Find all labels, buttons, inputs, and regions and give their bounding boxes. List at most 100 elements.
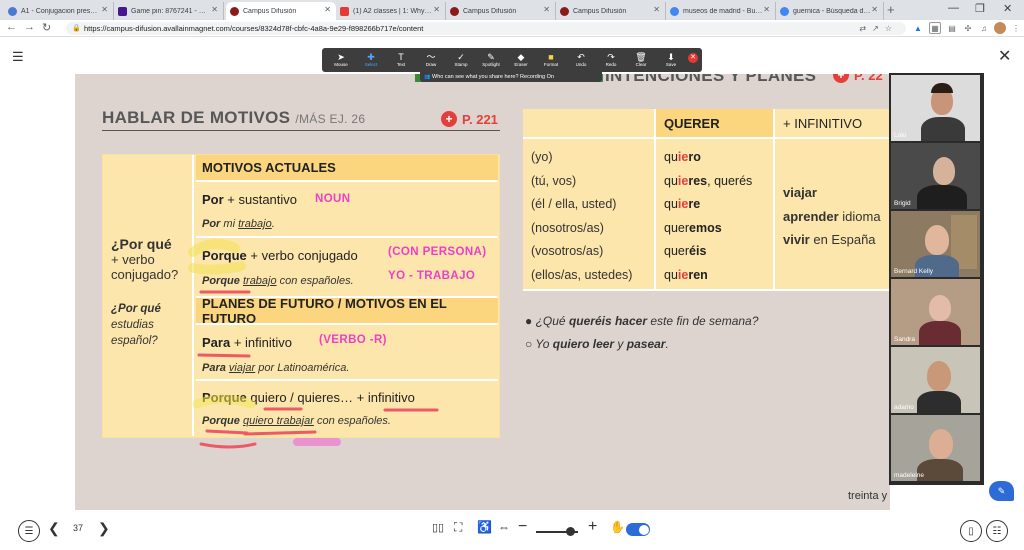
profile-avatar[interactable] <box>994 22 1006 34</box>
color-swatch-icon: ■ <box>548 52 554 62</box>
close-tab-icon[interactable]: ✕ <box>433 5 440 14</box>
close-tab-icon[interactable]: ✕ <box>871 5 878 14</box>
previous-page-icon[interactable]: ❮ <box>48 520 60 537</box>
browser-tab[interactable]: (1) A2 classes | 1: Why do ✕ <box>336 2 446 20</box>
bookmark-icon[interactable]: ▯ <box>960 520 982 542</box>
undo-icon: ↶ <box>577 52 585 62</box>
book-page: INTENCIONES Y PLANES + P. 22 HABLAR DE MO… <box>75 74 890 510</box>
browser-tab[interactable]: Campus Difusión ✕ <box>556 2 666 20</box>
table-of-contents-icon[interactable]: ☰ <box>18 520 40 542</box>
fullscreen-icon[interactable]: ⛶ <box>454 520 462 535</box>
undo-tool[interactable]: ↶ Undo <box>566 48 596 72</box>
participant-tile[interactable]: Lolo <box>891 75 980 141</box>
example-bullet: ● ¿Qué queréis hacer este fin de semana? <box>525 314 759 328</box>
double-page-icon[interactable]: ▯▯ <box>432 521 444 534</box>
format-tool[interactable]: ■ Format <box>536 48 566 72</box>
address-bar[interactable]: 🔒 https://campus-difusion.avallainmagnet… <box>66 22 906 35</box>
bookmark-star-icon[interactable]: ☆ <box>885 24 898 33</box>
select-tool[interactable]: ✚ Select <box>356 48 386 72</box>
bullet-circle-icon: ○ <box>525 337 533 351</box>
campus-favicon-icon <box>450 6 459 16</box>
browser-tab[interactable]: A1 - Conjugacion presente ✕ <box>4 2 114 20</box>
drive-extension-icon[interactable]: ▲ <box>912 22 924 34</box>
next-page-icon[interactable]: ❯ <box>98 520 110 537</box>
participant-face <box>929 429 953 459</box>
lock-icon: 🔒 <box>72 25 81 32</box>
window-close-icon[interactable]: ✕ <box>1003 2 1012 15</box>
close-tab-icon[interactable]: ✕ <box>543 5 550 14</box>
share-icon[interactable]: ↗ <box>872 24 885 33</box>
browser-tab[interactable]: guernica - Búsqueda de G ✕ <box>776 2 884 20</box>
close-tab-icon[interactable]: ✕ <box>101 5 108 14</box>
stamp-tool[interactable]: ✓ Stamp <box>446 48 476 72</box>
browser-tab[interactable]: Game pin: 8767241 - Waiting ✕ <box>114 2 224 20</box>
reload-icon[interactable]: ↻ <box>42 21 51 34</box>
close-tab-icon[interactable]: ✕ <box>653 5 660 14</box>
menu-icon[interactable]: ☰ <box>12 49 24 65</box>
media-control-icon[interactable]: ♫ <box>978 22 990 34</box>
participant-face <box>925 225 949 255</box>
spotlight-tool[interactable]: ✎ Spotlight <box>476 48 506 72</box>
puzzle-extensions-icon[interactable]: ✣ <box>962 22 974 34</box>
stamp-icon: ✓ <box>457 52 465 62</box>
participant-tile[interactable]: adamo <box>891 347 980 413</box>
close-tab-icon[interactable]: ✕ <box>763 5 770 14</box>
google-favicon-icon <box>670 6 679 16</box>
page-number[interactable]: 37 <box>73 523 83 533</box>
extension-icon[interactable]: ▤ <box>946 22 958 34</box>
translate-icon[interactable]: ⇄ <box>859 24 872 33</box>
save-icon: ⬇ <box>667 52 675 62</box>
address-bar-actions: ⇄↗☆ <box>859 22 898 35</box>
participant-tile[interactable]: Brigid <box>891 143 980 209</box>
chat-edit-icon[interactable]: ✎ <box>989 481 1014 501</box>
share-recording-notice[interactable]: 👥 Who can see what you share here? Recor… <box>420 72 602 82</box>
participant-face <box>929 295 951 321</box>
kahoot-favicon-icon <box>118 6 127 16</box>
redo-tool[interactable]: ↷ Redo <box>596 48 626 72</box>
annotations-toggle[interactable] <box>626 523 650 536</box>
participant-face <box>927 361 951 391</box>
bottom-controls: ☰ ❮ 37 ❯ ▯▯ ⛶ ♿ ⇔ − + ✋ ▯ ☷ <box>0 510 1024 550</box>
participant-tile[interactable]: Bernard Kelly <box>891 211 980 277</box>
participant-tile[interactable]: Sandra <box>891 279 980 345</box>
browser-tab-active[interactable]: Campus Difusión ✕ <box>226 2 336 20</box>
accessibility-icon[interactable]: ♿ <box>477 520 492 534</box>
back-icon[interactable]: ← <box>6 21 17 33</box>
browser-tab[interactable]: museos de madrid - Buscar ✕ <box>666 2 776 20</box>
fit-width-icon[interactable]: ⇔ <box>498 520 510 534</box>
eraser-tool[interactable]: ◆ Eraser <box>506 48 536 72</box>
close-tab-icon[interactable]: ✕ <box>211 5 218 14</box>
hand-tool-icon[interactable]: ✋ <box>610 520 625 534</box>
close-tab-icon[interactable]: ✕ <box>324 5 331 14</box>
page-footer: treinta y siete 37 <box>848 490 890 502</box>
highlight-stroke <box>188 238 240 257</box>
zoom-out-icon[interactable]: − <box>518 518 527 536</box>
draw-tool[interactable]: 〜 Draw <box>416 48 446 72</box>
text-tool[interactable]: T Text <box>386 48 416 72</box>
notes-icon[interactable]: ☷ <box>986 520 1008 542</box>
browser-tab-bar: A1 - Conjugacion presente ✕ Game pin: 87… <box>0 0 1024 20</box>
forward-icon[interactable]: → <box>24 21 35 33</box>
clear-tool[interactable]: 🗑 Clear <box>626 48 656 72</box>
mouse-tool[interactable]: ➤ Mouse <box>326 48 356 72</box>
trash-icon: 🗑 <box>635 52 647 62</box>
close-icon[interactable]: ✕ <box>998 46 1011 66</box>
pronoun-list: (yo) (tú, vos) (él / ella, usted) (nosot… <box>531 150 633 282</box>
browser-menu-icon[interactable]: ⋮ <box>1010 22 1022 34</box>
cursor-icon: ➤ <box>337 52 345 62</box>
participant-tile[interactable]: madeleine <box>891 415 980 481</box>
minimize-icon[interactable]: — <box>948 2 959 14</box>
extension-icon[interactable]: ▦ <box>929 22 941 34</box>
save-tool[interactable]: ⬇ Save <box>656 48 686 72</box>
new-tab-button[interactable]: + <box>887 3 895 17</box>
pink-note-verbo-r: (VERBO -R) <box>319 334 387 346</box>
zoom-slider-thumb[interactable] <box>566 527 575 536</box>
participant-video <box>919 321 961 345</box>
text-icon: T <box>398 52 404 62</box>
annotation-toolbar: ➤ Mouse ✚ Select T Text 〜 Draw ✓ Stamp ✎ Spotl… <box>322 48 702 72</box>
maximize-icon[interactable]: ❐ <box>975 2 985 15</box>
zoom-in-icon[interactable]: + <box>588 518 597 536</box>
close-annotation-icon[interactable]: ✕ <box>688 53 698 63</box>
participant-video <box>917 391 961 413</box>
browser-tab[interactable]: Campus Difusión ✕ <box>446 2 556 20</box>
